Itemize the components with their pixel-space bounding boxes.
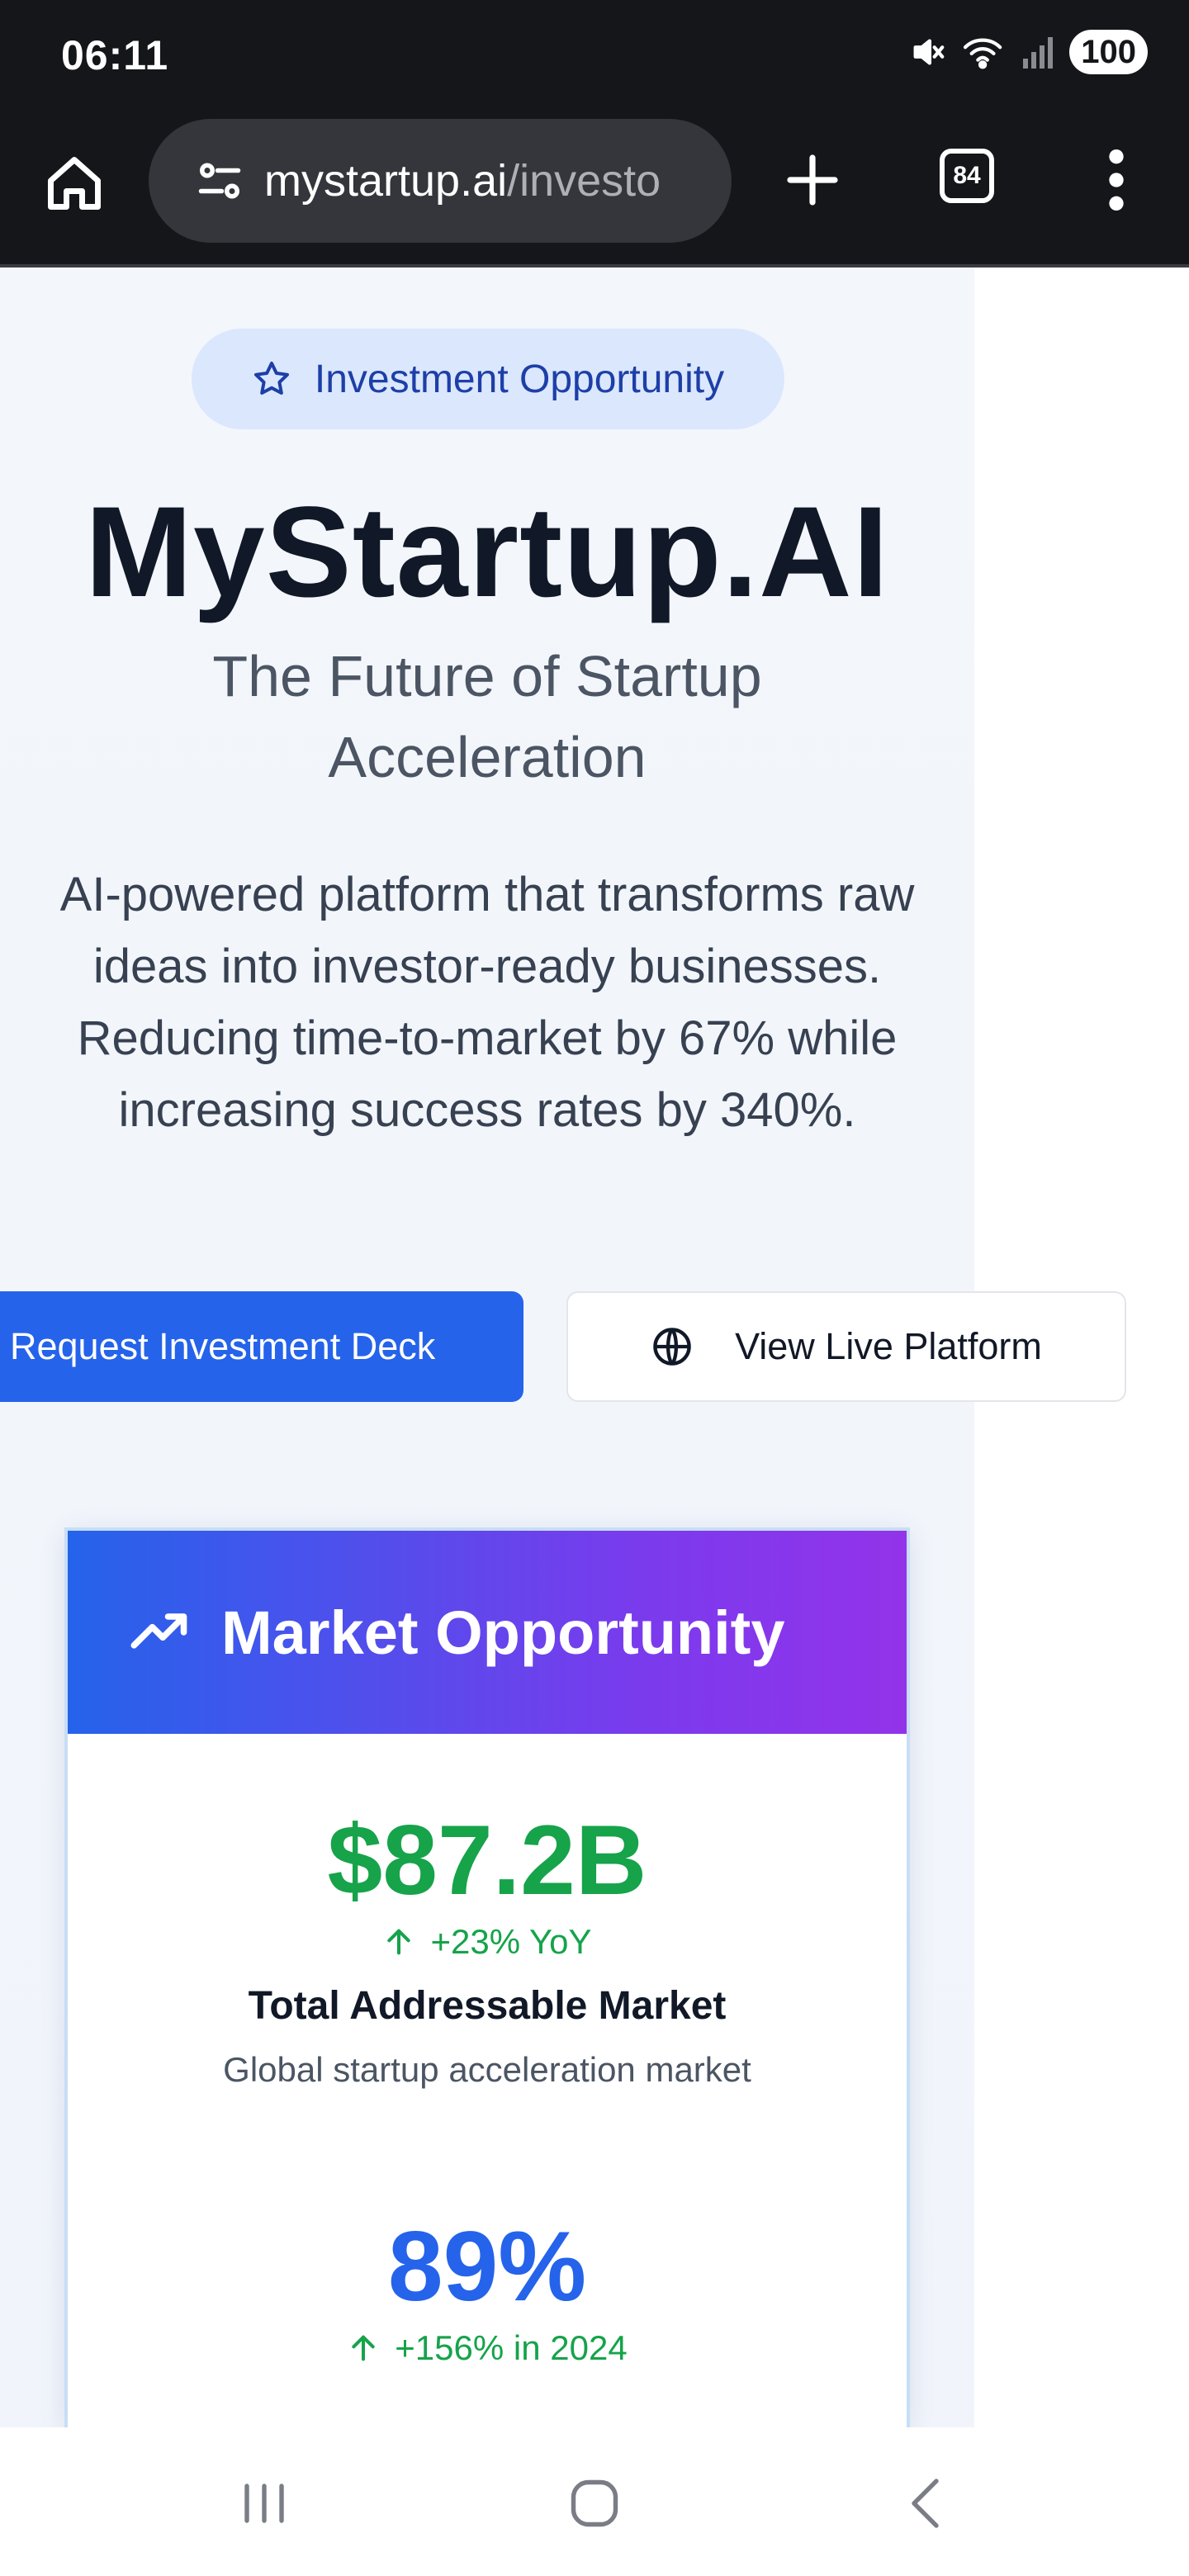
primary-button-label: Request Investment Deck — [10, 1325, 436, 1367]
battery-indicator: 100 — [1069, 30, 1148, 74]
status-icons: 100 — [909, 30, 1148, 74]
arrow-up-icon — [387, 1929, 411, 1955]
new-tab-icon[interactable] — [783, 150, 842, 210]
status-time: 06:11 — [61, 32, 169, 78]
hero-description: AI-powered platform that transforms raw … — [59, 868, 915, 1137]
back-nav-icon[interactable] — [897, 2474, 956, 2533]
trending-up-icon — [130, 1613, 187, 1649]
system-navigation-bar — [0, 2427, 1189, 2576]
metric-tam: $87.2B +23% YoY Total Addressable Market… — [68, 1803, 907, 2090]
site-settings-icon[interactable] — [195, 156, 244, 206]
metric-change: +156% in 2024 — [68, 2328, 907, 2368]
card-header: Market Opportunity — [68, 1531, 907, 1734]
metric-adoption: 89% +156% in 2024 — [68, 2209, 907, 2389]
page-subtitle: The Future of Startup Acceleration — [212, 644, 762, 789]
url-host: mystartup.ai — [264, 156, 508, 206]
metric-change-text: +156% in 2024 — [395, 2328, 628, 2367]
market-opportunity-card: Market Opportunity $87.2B +23% YoY Total… — [64, 1527, 910, 2427]
browser-toolbar: mystartup.ai/investo 84 — [0, 116, 1189, 268]
page-title: MyStartup.AI — [84, 481, 890, 624]
recent-apps-icon[interactable] — [234, 2474, 294, 2533]
metric-value: $87.2B — [327, 1805, 647, 1915]
signal-icon — [1023, 37, 1054, 69]
url-text[interactable]: mystartup.ai/investo — [264, 155, 661, 206]
view-live-platform-button[interactable]: View Live Platform — [566, 1291, 1126, 1402]
home-nav-icon[interactable] — [565, 2474, 624, 2533]
badge-label: Investment Opportunity — [314, 357, 725, 401]
status-bar: 06:11 100 — [0, 0, 1189, 116]
url-path: /investo — [507, 156, 661, 206]
more-options-icon[interactable] — [1100, 147, 1133, 213]
secondary-button-label: View Live Platform — [735, 1325, 1042, 1367]
metric-change-text: +23% YoY — [430, 1922, 592, 1961]
mute-icon — [913, 39, 945, 65]
metric-label: Total Addressable Market — [248, 1984, 727, 2028]
wifi-icon — [964, 38, 1002, 69]
globe-icon — [653, 1328, 691, 1366]
address-bar[interactable]: mystartup.ai/investo — [149, 119, 732, 243]
star-icon — [253, 362, 289, 395]
metric-description: Global startup acceleration market — [223, 2050, 751, 2089]
metric-value: 89% — [387, 2211, 587, 2322]
tab-switcher-button[interactable]: 84 — [940, 149, 994, 203]
metric-change: +23% YoY — [68, 1922, 907, 1962]
request-investment-deck-button[interactable]: Request Investment Deck — [0, 1291, 523, 1402]
card-title: Market Opportunity — [221, 1598, 785, 1667]
arrow-up-icon — [352, 2335, 375, 2361]
home-icon[interactable] — [43, 152, 106, 215]
investment-badge: Investment Opportunity — [192, 329, 784, 429]
